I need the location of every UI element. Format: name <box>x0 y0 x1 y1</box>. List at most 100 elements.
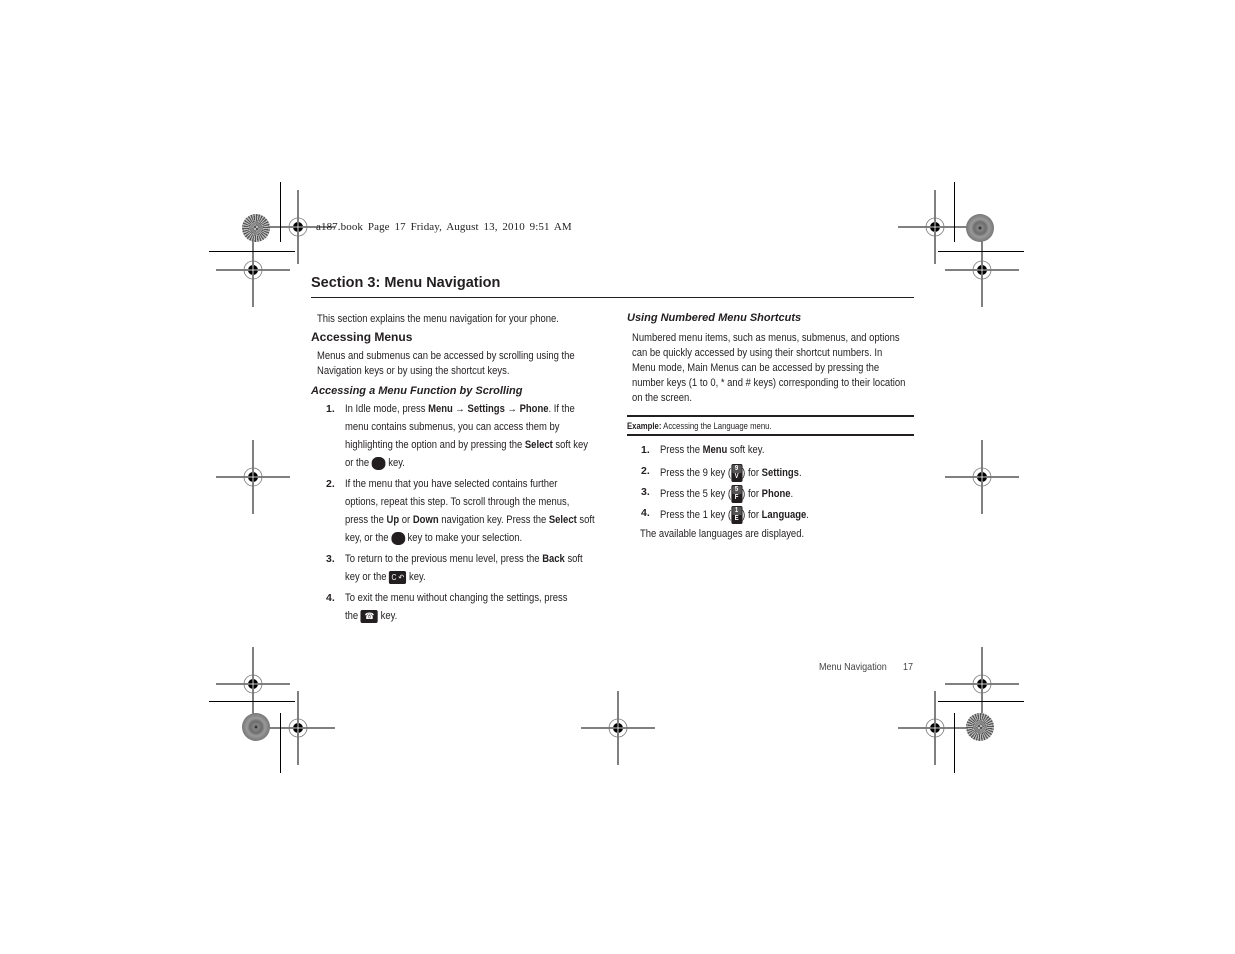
step-number: 2. <box>326 478 335 490</box>
heading-accessing-menus: Accessing Menus <box>311 330 413 344</box>
color-bar-disc-icon <box>242 214 270 242</box>
step-line: To return to the previous menu level, pr… <box>345 552 583 567</box>
step-number: 3. <box>641 486 650 498</box>
back-term: Back <box>542 553 565 565</box>
step-line: highlighting the option and by pressing … <box>345 438 588 453</box>
key-9-icon: 9V <box>730 464 743 482</box>
step-line: key or the C ↶ key. <box>345 570 426 585</box>
key-digit: 1 <box>731 507 742 515</box>
step-line: options, repeat this step. To scroll thr… <box>345 496 570 508</box>
text: . <box>798 466 802 479</box>
key-1-icon: 1E <box>730 506 743 524</box>
registration-target-icon <box>215 232 291 308</box>
registration-target-icon <box>215 646 291 722</box>
text: soft key <box>552 439 588 451</box>
body-text: Menu mode, Main Menus can be accessed by… <box>632 362 880 374</box>
up-term: Up <box>386 514 400 526</box>
registration-target-icon <box>944 439 1020 515</box>
step-line: key, or the key to make your selection. <box>345 531 522 546</box>
text: . <box>790 487 794 500</box>
registration-target-icon <box>580 690 656 766</box>
registration-target-icon <box>944 232 1020 308</box>
registration-target-icon <box>944 646 1020 722</box>
text: or the <box>345 457 372 469</box>
key-5-icon: 5F <box>730 485 743 503</box>
text: key, or the <box>345 532 392 544</box>
navigation-center-key-icon <box>371 456 386 470</box>
text: soft key. <box>727 444 765 456</box>
text: highlighting the option and by pressing … <box>345 439 525 451</box>
step-line: press the Up or Down navigation key. Pre… <box>345 513 595 528</box>
color-bar-disc-icon <box>966 713 994 741</box>
text: ) for <box>742 487 762 500</box>
example-caption: Example: Accessing the Language menu. <box>627 421 772 431</box>
text: In Idle mode, press <box>345 403 429 415</box>
step-line: Press the 9 key (9 V) for Settings. <box>660 464 802 482</box>
menu-term: Menu <box>428 403 453 415</box>
text: or <box>399 514 413 526</box>
step-line: In Idle mode, press Menu → Settings → Ph… <box>345 402 575 417</box>
step-line: menu contains submenus, you can access t… <box>345 421 560 433</box>
example-top-rule <box>627 415 914 417</box>
result-text: The available languages are displayed. <box>640 528 805 540</box>
step-number: 2. <box>641 465 650 477</box>
text: Press the 9 key ( <box>660 466 731 479</box>
text: . If the <box>548 403 575 415</box>
key-letter: E <box>734 515 739 522</box>
key-digit: 5 <box>731 486 742 494</box>
select-term: Select <box>524 439 553 451</box>
body-text: can be quickly accessed by using their s… <box>632 347 883 359</box>
text: key. <box>406 571 426 583</box>
text: ) for <box>742 466 762 479</box>
registration-target-icon <box>897 690 973 766</box>
text: navigation key. Press the <box>438 514 549 526</box>
arrow-icon: → <box>452 403 468 415</box>
color-bar-disc-icon <box>242 713 270 741</box>
text: key or the <box>345 571 390 583</box>
body-text: on the screen. <box>632 392 692 404</box>
key-digit: 9 <box>731 465 742 473</box>
text: ) for <box>742 508 762 521</box>
phone-term: Phone <box>761 487 791 500</box>
text: key. <box>385 457 405 469</box>
arrow-icon: → <box>504 403 520 415</box>
intro-text: This section explains the menu navigatio… <box>317 313 559 325</box>
phone-term: Phone <box>519 403 549 415</box>
step-line: To exit the menu without changing the se… <box>345 592 568 604</box>
body-text: number keys (1 to 0, * and # keys) corre… <box>632 377 906 389</box>
text: key to make your selection. <box>404 532 523 544</box>
step-line: or the key. <box>345 456 405 471</box>
subheading-scrolling: Accessing a Menu Function by Scrolling <box>311 385 523 397</box>
settings-term: Settings <box>467 403 505 415</box>
registration-marks <box>215 189 1020 766</box>
step-number: 4. <box>326 592 335 604</box>
example-bottom-rule <box>627 434 914 436</box>
color-bar-disc-icon <box>966 214 994 242</box>
text: soft <box>564 553 583 565</box>
registration-target-icon <box>897 189 973 265</box>
step-number: 4. <box>641 507 650 519</box>
step-number: 1. <box>326 403 335 415</box>
text: press the <box>345 514 387 526</box>
step-number: 3. <box>326 553 335 565</box>
down-term: Down <box>412 514 439 526</box>
body-text: Numbered menu items, such as menus, subm… <box>632 332 900 344</box>
text: To return to the previous menu level, pr… <box>345 553 543 565</box>
step-line: the ☎ key. <box>345 609 397 624</box>
text: Press the 5 key ( <box>660 487 731 500</box>
language-term: Language <box>761 508 807 521</box>
step-line: Press the 5 key (5 F) for Phone. <box>660 485 793 503</box>
text: Press the 1 key ( <box>660 508 731 521</box>
step-line: Press the 1 key (1 E) for Language. <box>660 506 809 524</box>
select-term: Select <box>548 514 577 526</box>
key-letter: V <box>734 473 739 480</box>
menu-term: Menu <box>702 444 728 456</box>
title-rule <box>311 297 914 298</box>
text: soft <box>576 514 595 526</box>
text: key. <box>377 610 398 622</box>
step-line: Press the Menu soft key. <box>660 443 764 458</box>
navigation-center-key-icon <box>391 531 405 545</box>
settings-term: Settings <box>761 466 799 479</box>
body-text: Menus and submenus can be accessed by sc… <box>317 350 575 362</box>
step-number: 1. <box>641 444 650 456</box>
